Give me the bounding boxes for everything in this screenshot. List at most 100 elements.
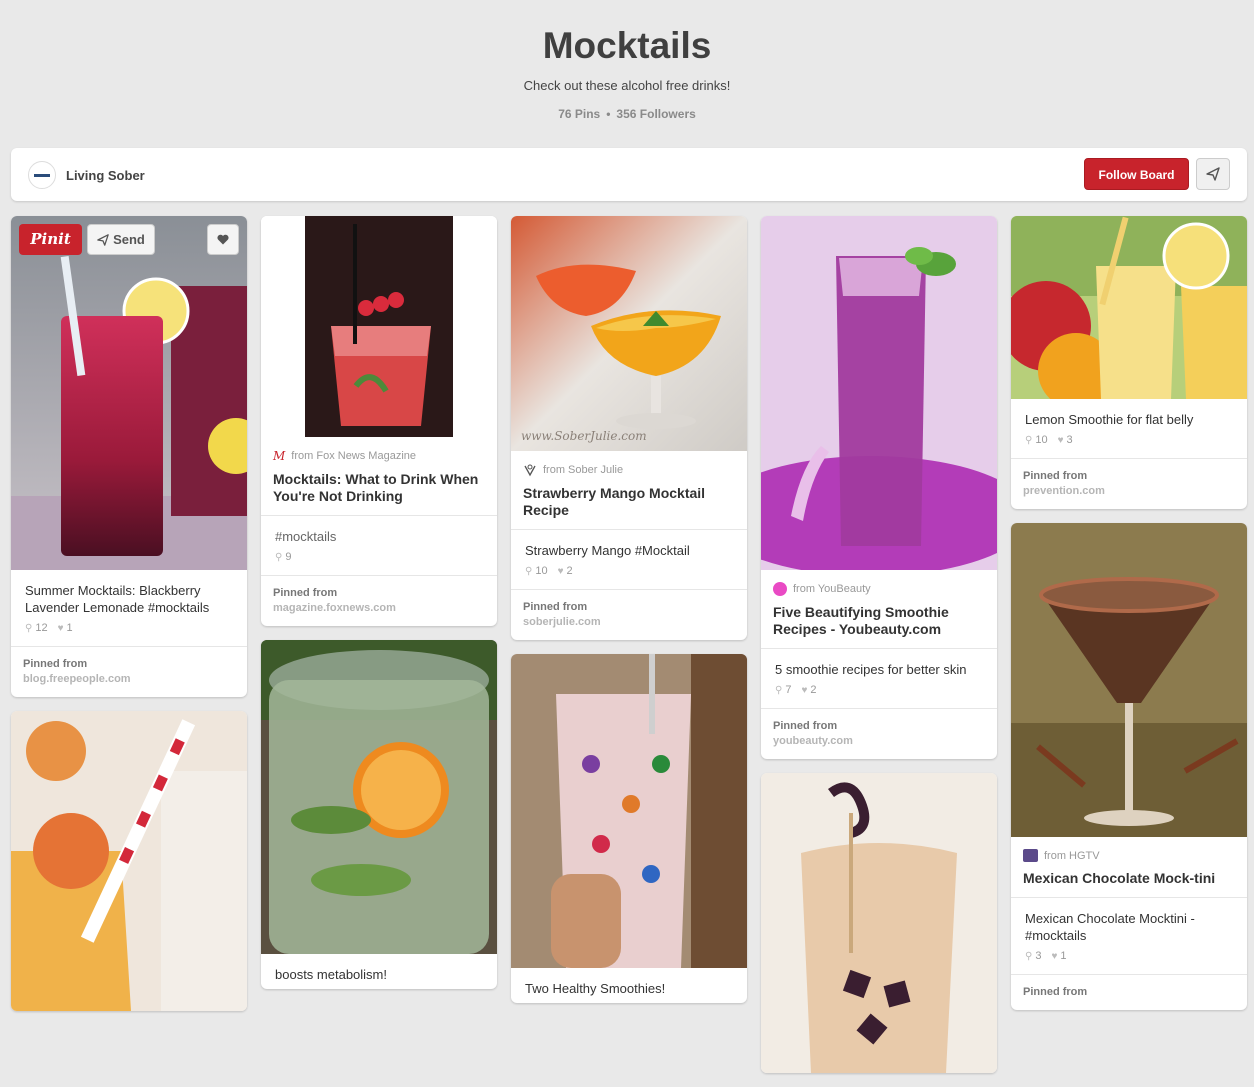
board-stats: 76 Pins • 356 Followers (0, 107, 1254, 121)
pin-source-label: from Fox News Magazine (291, 450, 417, 462)
pin-source[interactable]: from YouBeauty (761, 570, 997, 596)
pin-image-plum-drink[interactable] (761, 773, 997, 1073)
pinned-domain: youbeauty.com (773, 735, 853, 747)
repin-icon: ⚲ (275, 552, 283, 563)
repin-icon: ⚲ (775, 685, 783, 696)
send-board-button[interactable] (1196, 158, 1230, 190)
pin-column-4: from YouBeauty Five Beautifying Smoothie… (761, 216, 997, 1087)
board-description: Check out these alcohol free drinks! (523, 78, 731, 93)
pinned-from[interactable]: Pinned from prevention.com (1011, 458, 1247, 509)
pin-counts: ⚲ 7 ♥ 2 (761, 684, 997, 708)
pinned-domain: soberjulie.com (523, 616, 601, 628)
pin-counts: ⚲ 3 ♥ 1 (1011, 950, 1247, 974)
send-icon (97, 233, 109, 246)
heart-icon: ♥ (801, 685, 808, 696)
pin-description: 5 smoothie recipes for better skin (775, 662, 967, 677)
repin-icon: ⚲ (525, 566, 533, 577)
pin-image-berry-smoothie[interactable] (761, 216, 997, 570)
pin-source[interactable]: M from Fox News Magazine (261, 437, 497, 463)
pin-source-label: from HGTV (1044, 849, 1100, 862)
pin-description: #mocktails (275, 529, 337, 544)
repin-icon: ⚲ (1025, 951, 1033, 962)
follow-board-button[interactable]: Follow Board (1084, 158, 1189, 190)
like-count: 2 (810, 684, 817, 696)
pin-column-1: Pinit Send Summer Mocktails: Blackberry … (11, 216, 247, 1025)
board-header: Mocktails Check out these alcohol free d… (0, 0, 1254, 124)
like-count: 3 (1066, 434, 1073, 446)
sober-julie-icon (524, 464, 536, 477)
pinned-from-label: Pinned from (773, 720, 838, 732)
pinned-from-label: Pinned from (273, 587, 338, 599)
pin-image-peach-smoothie[interactable] (11, 711, 247, 1011)
pin-image-raspberry-mojito[interactable] (261, 216, 497, 437)
pinned-from-label: Pinned from (1023, 986, 1088, 998)
pin-counts: ⚲ 9 (261, 551, 497, 575)
pin-source[interactable]: from HGTV (1011, 837, 1247, 862)
pinned-from[interactable]: Pinned from blog.freepeople.com (11, 646, 247, 697)
like-count: 1 (1060, 950, 1067, 962)
pin-card[interactable]: from YouBeauty Five Beautifying Smoothie… (761, 216, 997, 759)
pin-send-button[interactable]: Send (87, 224, 155, 255)
pin-card[interactable]: www.SoberJulie.com from Sober Julie Stra… (511, 216, 747, 640)
pin-description: Mexican Chocolate Mocktini - #mocktails (1025, 911, 1195, 943)
pin-image-strawberry-mango[interactable]: www.SoberJulie.com (511, 216, 747, 451)
pin-source[interactable]: from Sober Julie (511, 451, 747, 477)
image-watermark: www.SoberJulie.com (521, 429, 647, 443)
like-count: 2 (566, 565, 573, 577)
pin-image-chocolate-mocktini[interactable] (1011, 523, 1247, 837)
pinned-domain: prevention.com (1023, 485, 1105, 497)
pinned-from-label: Pinned from (23, 658, 88, 670)
pin-title[interactable]: Mocktails: What to Drink When You're Not… (261, 463, 497, 515)
pinned-domain: magazine.foxnews.com (273, 602, 396, 614)
pin-card[interactable] (761, 773, 997, 1073)
pin-card[interactable]: Lemon Smoothie for flat belly ⚲ 10 ♥ 3 Pin… (1011, 216, 1247, 509)
repin-count: 12 (35, 622, 48, 634)
pinned-from[interactable]: Pinned from youbeauty.com (761, 708, 997, 759)
pinit-button[interactable]: Pinit (19, 224, 82, 255)
pin-card[interactable]: boosts metabolism! (261, 640, 497, 989)
pinned-from[interactable]: Pinned from magazine.foxnews.com (261, 575, 497, 626)
pin-counts: ⚲ 10 ♥ 3 (1011, 434, 1247, 458)
pin-counts: ⚲ 12 ♥ 1 (11, 622, 247, 646)
pin-card[interactable]: Pinit Send Summer Mocktails: Blackberry … (11, 216, 247, 697)
heart-icon: ♥ (57, 623, 64, 634)
like-button[interactable] (207, 224, 239, 255)
pin-image-lemon-smoothie[interactable] (1011, 216, 1247, 399)
repin-count: 3 (1035, 950, 1042, 962)
pinned-from-label: Pinned from (1023, 470, 1088, 482)
youbeauty-icon (773, 582, 787, 596)
send-label: Send (113, 232, 145, 247)
pin-card[interactable]: Two Healthy Smoothies! (511, 654, 747, 1003)
pin-column-5: Lemon Smoothie for flat belly ⚲ 10 ♥ 3 Pin… (1011, 216, 1247, 1024)
pin-title[interactable]: Mexican Chocolate Mock-tini (1011, 862, 1247, 897)
pinned-from[interactable]: Pinned from (1011, 974, 1247, 1010)
heart-icon (217, 234, 229, 245)
owner-avatar[interactable] (28, 161, 56, 189)
pin-card[interactable]: from HGTV Mexican Chocolate Mock-tini Me… (1011, 523, 1247, 1010)
repin-count: 7 (785, 684, 792, 696)
pin-image-blackberry-lemonade[interactable]: Pinit Send (11, 216, 247, 570)
pin-title[interactable]: Five Beautifying Smoothie Recipes - Youb… (761, 596, 997, 648)
heart-icon: ♥ (1051, 951, 1058, 962)
owner-name-link[interactable]: Living Sober (66, 168, 145, 183)
pinned-domain: blog.freepeople.com (23, 673, 131, 685)
hgtv-icon (1023, 849, 1038, 862)
pin-counts: ⚲ 10 ♥ 2 (511, 565, 747, 589)
pin-title[interactable]: Strawberry Mango Mocktail Recipe (511, 477, 747, 529)
repin-count: 10 (1035, 434, 1048, 446)
pin-card[interactable]: M from Fox News Magazine Mocktails: What… (261, 216, 497, 626)
pin-description: Lemon Smoothie for flat belly (1025, 412, 1194, 427)
board-owner-bar: Living Sober Follow Board (11, 148, 1247, 201)
pin-card[interactable] (11, 711, 247, 1011)
followers-count-link[interactable]: 356 Followers (616, 107, 695, 121)
board-title: Mocktails (542, 25, 712, 66)
pin-column-2: M from Fox News Magazine Mocktails: What… (261, 216, 497, 1003)
repin-icon: ⚲ (25, 623, 33, 634)
pinned-from[interactable]: Pinned from soberjulie.com (511, 589, 747, 640)
pin-image-infused-water[interactable] (261, 640, 497, 954)
pins-count-link[interactable]: 76 Pins (558, 107, 600, 121)
pin-column-3: www.SoberJulie.com from Sober Julie Stra… (511, 216, 747, 1017)
pin-image-polka-dot-smoothie[interactable] (511, 654, 747, 968)
repin-count: 10 (535, 565, 548, 577)
pin-description: Two Healthy Smoothies! (525, 981, 666, 996)
